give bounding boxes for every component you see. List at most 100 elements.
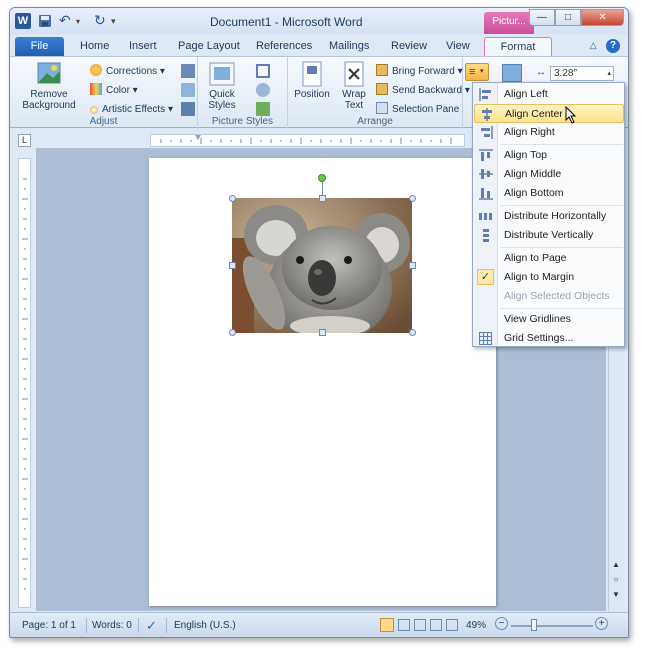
shape-width-input[interactable]: 3.28" ▴ — [550, 66, 614, 81]
close-button[interactable]: ✕ — [581, 9, 624, 26]
crop-icon[interactable] — [502, 64, 522, 82]
menu-item-align-left[interactable]: Align Left — [474, 85, 624, 104]
help-icon[interactable]: ? — [606, 39, 620, 53]
bring-forward-label: Bring Forward — [392, 66, 455, 77]
undo-icon[interactable]: ↶ — [59, 13, 75, 29]
print-layout-view-icon[interactable] — [380, 618, 394, 632]
tab-file[interactable]: File — [15, 37, 64, 56]
browse-object-icon[interactable]: ○ — [609, 573, 623, 586]
resize-handle-bottom-left[interactable] — [229, 329, 236, 336]
koala-picture[interactable] — [232, 198, 412, 333]
vertical-ruler[interactable] — [18, 158, 31, 608]
horizontal-ruler[interactable] — [150, 134, 465, 147]
tab-home[interactable]: Home — [80, 37, 109, 56]
tab-review[interactable]: Review — [391, 37, 427, 56]
zoom-slider-thumb[interactable] — [531, 619, 537, 631]
wrap-text-button[interactable]: Wrap Text — [334, 61, 374, 111]
position-label: Position — [294, 89, 330, 100]
zoom-slider[interactable] — [511, 625, 593, 627]
picture-styles-group: Quick Styles Picture Styles — [198, 57, 288, 129]
minimize-button[interactable]: — — [529, 9, 555, 26]
menu-item-label: Align Selected Objects — [504, 290, 610, 302]
resize-handle-top-left[interactable] — [229, 195, 236, 202]
align-bottom-icon — [479, 188, 493, 200]
undo-dropdown-icon[interactable]: ▾ — [76, 17, 92, 33]
menu-item-align-middle[interactable]: Align Middle — [474, 165, 624, 184]
page-count[interactable]: Page: 1 of 1 — [22, 620, 76, 631]
align-middle-icon — [479, 169, 493, 179]
help-controls: △ ? — [590, 37, 620, 53]
menu-item-align-to-page[interactable]: Align to Page — [474, 249, 624, 268]
resize-handle-left[interactable] — [229, 262, 236, 269]
align-dropdown-button[interactable]: ≡ ▾ — [465, 63, 489, 81]
rotation-handle[interactable] — [318, 174, 326, 182]
menu-item-align-center[interactable]: Align Center — [474, 104, 624, 123]
menu-item-label: Align Top — [504, 149, 548, 161]
picture-border-icon[interactable] — [256, 64, 270, 78]
checkmark-icon: ✓ — [477, 269, 494, 285]
window-controls: — □ ✕ — [529, 9, 624, 27]
resize-handle-right[interactable] — [409, 262, 416, 269]
quick-styles-button[interactable]: Quick Styles — [204, 61, 240, 111]
tab-mailings[interactable]: Mailings — [329, 37, 369, 56]
minimize-ribbon-icon[interactable]: △ — [590, 40, 597, 50]
menu-item-align-top[interactable]: Align Top — [474, 146, 624, 165]
web-layout-icon[interactable] — [414, 619, 426, 631]
send-backward-icon — [376, 83, 388, 95]
menu-item-align-bottom[interactable]: Align Bottom — [474, 184, 624, 203]
menu-item-align-to-margin[interactable]: ✓ Align to Margin — [474, 268, 624, 287]
artistic-effects-label: Artistic Effects — [102, 104, 166, 115]
maximize-button[interactable]: □ — [555, 9, 581, 26]
resize-handle-bottom[interactable] — [319, 329, 326, 336]
full-screen-reading-icon[interactable] — [398, 619, 410, 631]
bring-forward-icon — [376, 64, 388, 76]
previous-page-icon[interactable]: ▲ — [609, 558, 623, 571]
resize-handle-top-right[interactable] — [409, 195, 416, 202]
menu-item-distribute-vertically[interactable]: Distribute Vertically — [474, 226, 624, 245]
color-icon — [90, 83, 102, 95]
proofing-icon[interactable]: ✓ — [146, 618, 157, 634]
next-page-icon[interactable]: ▼ — [609, 588, 623, 601]
draft-view-icon[interactable] — [446, 619, 458, 631]
compress-pictures-icon[interactable] — [181, 64, 195, 78]
send-backward-button[interactable]: Send Backward ▾ — [376, 83, 470, 99]
send-backward-label: Send Backward — [392, 85, 463, 96]
reset-picture-icon[interactable] — [181, 102, 195, 116]
zoom-level[interactable]: 49% — [466, 620, 486, 631]
spinner-icon[interactable]: ▴ — [607, 67, 611, 80]
menu-item-align-right[interactable]: Align Right — [474, 123, 624, 142]
position-icon — [298, 61, 326, 87]
selection-pane-label: Selection Pane — [392, 104, 460, 115]
tab-view[interactable]: View — [446, 37, 470, 56]
wrap-text-label: Wrap Text — [342, 89, 366, 111]
picture-layout-icon[interactable] — [256, 102, 270, 116]
adjust-group-label: Adjust — [89, 116, 118, 127]
position-button[interactable]: Position — [292, 61, 332, 100]
resize-handle-bottom-right[interactable] — [409, 329, 416, 336]
picture-effects-icon[interactable] — [256, 83, 270, 97]
word-app-icon[interactable]: W — [15, 13, 31, 29]
zoom-out-icon[interactable]: − — [495, 617, 508, 630]
resize-handle-top[interactable] — [319, 195, 326, 202]
tab-references[interactable]: References — [256, 37, 312, 56]
change-picture-icon[interactable] — [181, 83, 195, 97]
customize-toolbar-icon[interactable]: ▾ — [111, 16, 127, 32]
tab-selector[interactable]: L — [18, 134, 31, 147]
save-icon[interactable] — [37, 13, 53, 29]
tab-format[interactable]: Format — [484, 37, 552, 56]
word-count[interactable]: Words: 0 — [92, 620, 132, 631]
corrections-button[interactable]: Corrections ▾ — [90, 64, 165, 80]
outline-view-icon[interactable] — [430, 619, 442, 631]
language-indicator[interactable]: English (U.S.) — [174, 620, 236, 631]
menu-item-view-gridlines[interactable]: View Gridlines — [474, 310, 624, 329]
tab-page-layout[interactable]: Page Layout — [178, 37, 240, 56]
menu-item-grid-settings[interactable]: Grid Settings... — [474, 329, 624, 348]
tab-insert[interactable]: Insert — [129, 37, 157, 56]
repeat-icon[interactable]: ↻ — [94, 13, 110, 29]
distribute-horizontally-icon — [479, 213, 492, 220]
menu-item-label: Grid Settings... — [504, 332, 574, 344]
color-button[interactable]: Color ▾ — [90, 83, 138, 99]
menu-item-distribute-horizontally[interactable]: Distribute Horizontally — [474, 207, 624, 226]
bring-forward-button[interactable]: Bring Forward ▾ — [376, 64, 463, 80]
zoom-in-icon[interactable]: + — [595, 617, 608, 630]
